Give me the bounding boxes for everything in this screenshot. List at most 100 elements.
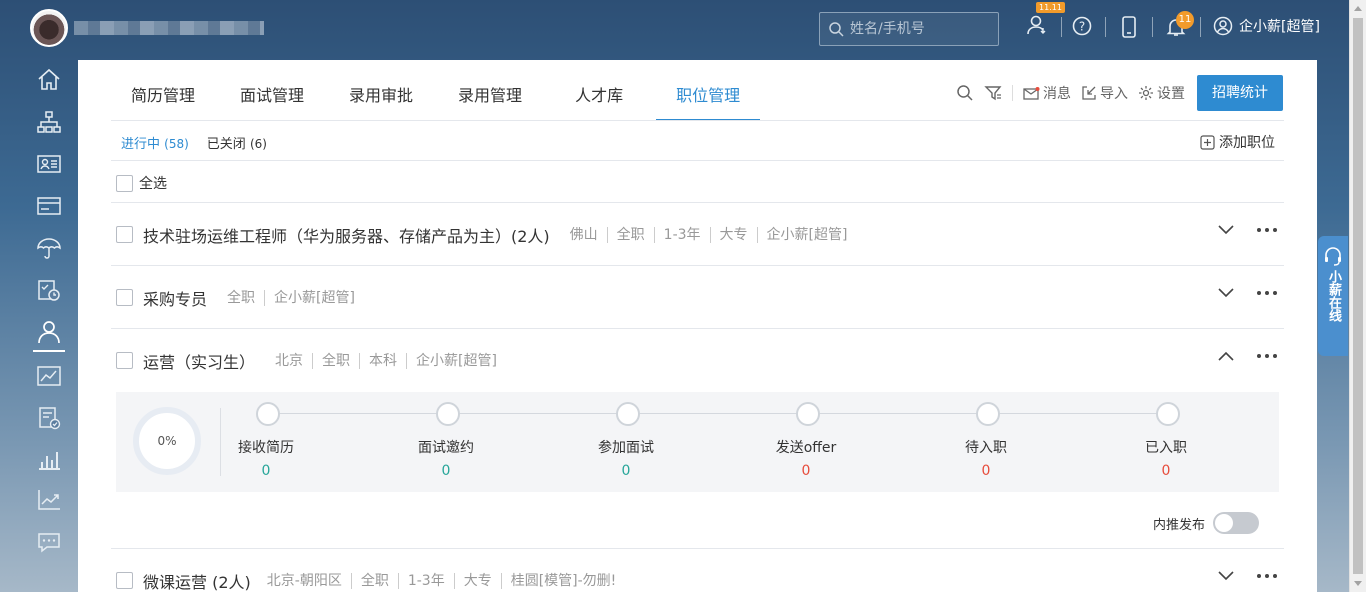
job-meta: 北京-朝阳区 全职 1-3年 大专 桂圆[模管]-勿删!: [261, 572, 626, 589]
company-name-blurred: [74, 21, 264, 35]
page-scrollbar[interactable]: [1349, 0, 1366, 592]
sidebar-item-insurance[interactable]: [33, 232, 65, 264]
stage-node: [256, 402, 280, 426]
recruitment-stats-button[interactable]: 招聘统计: [1197, 75, 1283, 111]
tab-hire-management[interactable]: 录用管理: [438, 60, 542, 121]
sidebar-item-messages[interactable]: [33, 526, 65, 558]
sidebar-item-attendance[interactable]: [33, 274, 65, 306]
more-icon[interactable]: [1256, 353, 1278, 359]
document-check-icon: [39, 407, 61, 430]
sidebar-item-org[interactable]: [33, 106, 65, 138]
chevron-down-icon[interactable]: [1218, 225, 1234, 235]
job-title[interactable]: 微课运营 (2人): [143, 569, 251, 592]
filter-open[interactable]: 进行中 (58): [121, 133, 189, 152]
select-all[interactable]: 全选: [116, 173, 167, 193]
online-service-tab[interactable]: 小薪在线: [1318, 236, 1348, 356]
tab-resume[interactable]: 简历管理: [111, 60, 215, 121]
row-actions: [1218, 225, 1278, 235]
mobile-icon[interactable]: [1121, 16, 1137, 38]
progress-percent: 0%: [157, 434, 177, 448]
filter-open-count: (58): [164, 137, 189, 151]
job-row[interactable]: 微课运营 (2人) 北京-朝阳区 全职 1-3年 大专 桂圆[模管]-勿删!: [111, 549, 1284, 592]
card-icon: [37, 197, 61, 215]
sidebar-item-reports[interactable]: [33, 444, 65, 476]
filter-closed-count: (6): [249, 137, 267, 151]
user-menu[interactable]: 企小薪[超管]: [1213, 16, 1320, 36]
settings-button[interactable]: 设置: [1138, 83, 1185, 103]
recruitment-funnel: 0% 接收简历 面试邀约 参加面试 发送offer 待入职 已入职 0 0 0 …: [116, 392, 1279, 492]
job-checkbox[interactable]: [116, 289, 133, 306]
promo-badge: 11.11: [1036, 2, 1065, 13]
search-icon[interactable]: [956, 84, 974, 102]
job-title[interactable]: 技术驻场运维工程师（华为服务器、存储产品为主）(2人): [143, 223, 550, 247]
more-icon[interactable]: [1256, 573, 1278, 579]
filter-closed[interactable]: 已关闭 (6): [207, 133, 267, 152]
row-actions: [1218, 288, 1278, 298]
stage-label: 待入职: [965, 440, 1007, 456]
line-chart-icon: [38, 490, 60, 510]
stage-count[interactable]: 0: [206, 463, 326, 479]
internal-publish-label: 内推发布: [1152, 517, 1205, 533]
search-box[interactable]: [819, 12, 999, 46]
add-position-button[interactable]: 添加职位: [1200, 132, 1275, 152]
message-button[interactable]: 消息: [1023, 83, 1071, 103]
more-icon[interactable]: [1256, 227, 1278, 233]
sidebar-item-analytics[interactable]: [33, 484, 65, 516]
job-education: 大专: [453, 572, 501, 589]
tab-interview[interactable]: 面试管理: [220, 60, 324, 121]
sidebar-item-employees[interactable]: [33, 148, 65, 180]
job-row[interactable]: 技术驻场运维工程师（华为服务器、存储产品为主）(2人) 佛山 全职 1-3年 大…: [111, 203, 1284, 266]
stage-count[interactable]: 0: [566, 463, 686, 479]
sidebar-item-home[interactable]: [33, 64, 65, 96]
stage-count[interactable]: 0: [1106, 463, 1226, 479]
job-city: 北京: [275, 352, 304, 369]
tab-talent-pool[interactable]: 人才库: [547, 60, 651, 121]
sidebar-item-performance[interactable]: [33, 360, 65, 392]
stage-count[interactable]: 0: [746, 463, 866, 479]
job-title[interactable]: 运营（实习生）: [143, 349, 255, 373]
job-title[interactable]: 采购专员: [143, 286, 207, 310]
select-all-checkbox[interactable]: [116, 174, 133, 192]
toolbar: 消息 导入 设置 招聘统计: [956, 75, 1283, 111]
divider: [1152, 17, 1153, 37]
notification-count-badge: 11: [1176, 11, 1194, 29]
mail-icon: [1023, 86, 1040, 100]
scroll-down-arrow[interactable]: [1354, 581, 1362, 586]
tab-hire-approval[interactable]: 录用审批: [329, 60, 433, 121]
funnel-track: [268, 413, 1168, 414]
chevron-down-icon[interactable]: [1218, 288, 1234, 298]
sidebar-item-payroll[interactable]: [33, 190, 65, 222]
row-actions: [1218, 351, 1278, 361]
search-input[interactable]: [850, 21, 990, 37]
import-button[interactable]: 导入: [1081, 83, 1128, 103]
job-type: 全职: [312, 352, 359, 369]
import-label: 导入: [1100, 86, 1128, 102]
stage-node: [1156, 402, 1180, 426]
job-checkbox[interactable]: [116, 226, 133, 243]
chat-icon: [38, 533, 60, 553]
stage-count[interactable]: 0: [386, 463, 506, 479]
company-avatar[interactable]: [30, 9, 68, 47]
job-city: 佛山: [569, 226, 598, 243]
user-add-icon[interactable]: [1026, 14, 1048, 36]
stage-count[interactable]: 0: [926, 463, 1046, 479]
sidebar-item-approval[interactable]: [33, 402, 65, 434]
help-icon[interactable]: ?: [1072, 16, 1092, 36]
chevron-down-icon[interactable]: [1218, 571, 1234, 581]
more-icon[interactable]: [1256, 290, 1278, 296]
job-row[interactable]: 运营（实习生） 北京 全职 本科 企小薪[超管]: [111, 329, 1284, 392]
job-checkbox[interactable]: [116, 352, 133, 369]
import-icon: [1082, 86, 1096, 100]
scroll-thumb[interactable]: [1353, 18, 1363, 574]
job-checkbox[interactable]: [116, 572, 133, 589]
chevron-up-icon[interactable]: [1218, 351, 1234, 361]
filter-icon[interactable]: [984, 84, 1002, 102]
sidebar-item-recruitment[interactable]: [33, 316, 65, 352]
job-owner: 企小薪[超管]: [264, 289, 364, 306]
user-name: 企小薪[超管]: [1239, 19, 1320, 35]
tab-positions[interactable]: 职位管理: [656, 60, 761, 121]
main-panel: 简历管理 面试管理 录用审批 录用管理 人才库 职位管理 消息 导入 设置 招聘…: [78, 60, 1317, 592]
job-row[interactable]: 采购专员 全职 企小薪[超管]: [111, 266, 1284, 329]
scroll-up-arrow[interactable]: [1354, 6, 1362, 11]
internal-publish-toggle[interactable]: [1213, 512, 1259, 534]
